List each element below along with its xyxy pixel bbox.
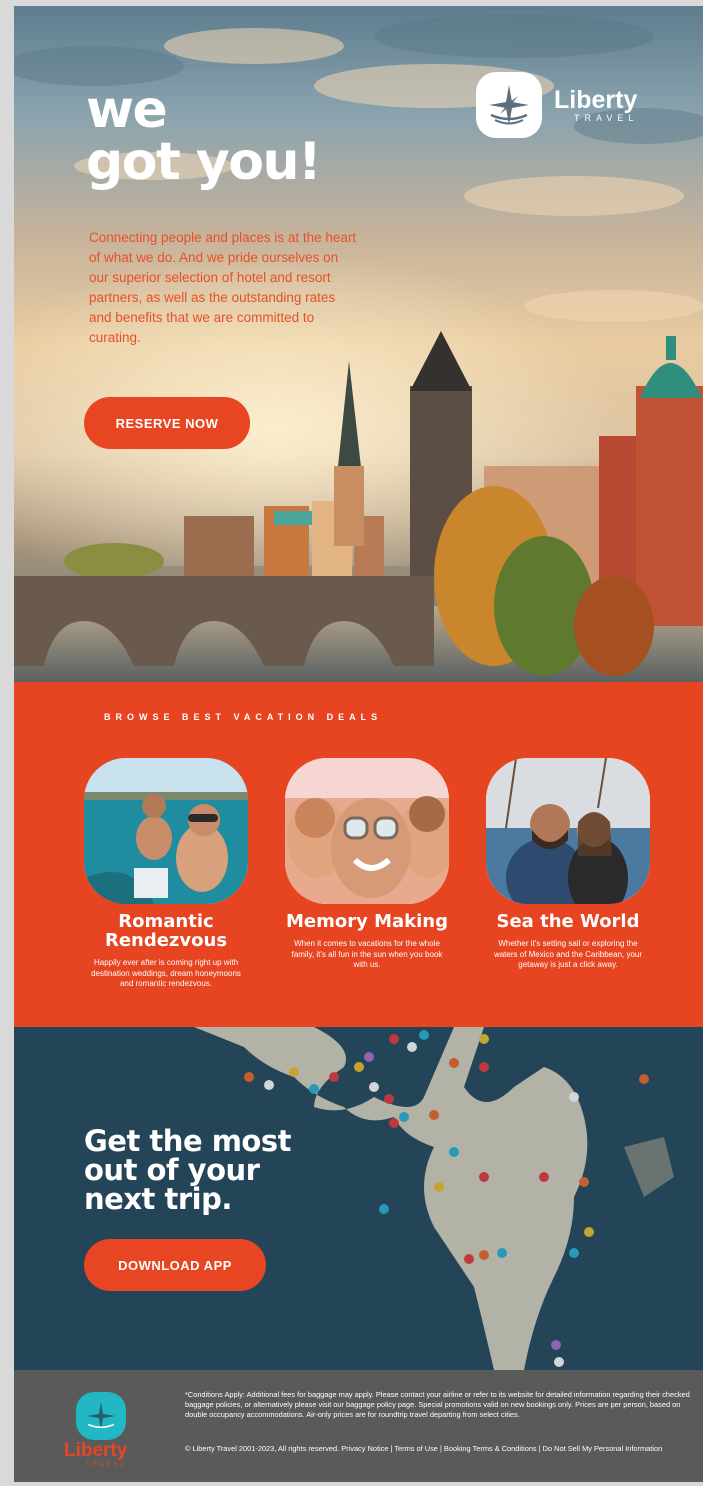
deal-photo-memory[interactable] [285,758,449,904]
hero-body-text: Connecting people and places is at the h… [89,230,357,345]
hero-section: we got you! Connecting people and places… [14,6,703,682]
hero-title-line2: got you! [86,132,322,192]
booking-terms-link[interactable]: Booking Terms & Conditions [444,1444,537,1453]
hero-title-line1: we [86,80,168,140]
hero-title: we got you! [86,80,322,192]
terms-of-use-link[interactable]: Terms of Use [394,1444,438,1453]
app-promo-title: Get the most out of your next trip. [84,1127,291,1214]
copyright-text: © Liberty Travel 2001-2023, All rights r… [185,1444,340,1453]
deal-title-memory[interactable]: Memory Making [285,912,449,931]
do-not-sell-link[interactable]: Do Not Sell My Personal Information [543,1444,663,1453]
deals-heading: BROWSE BEST VACATION DEALS [104,712,383,722]
deal-desc-sea: Whether it's setting sail or exploring t… [493,939,643,969]
footer-brand-sub: TRAVEL [86,1462,127,1468]
compass-star-icon [476,72,542,138]
deal-card-sea[interactable]: Sea the World Whether it's setting sail … [486,758,656,971]
footer-brand-name: Liberty [64,1440,128,1461]
deal-photo-sea[interactable] [486,758,650,904]
reserve-now-button[interactable]: RESERVE NOW [84,397,250,449]
footer-compass-star-icon[interactable] [76,1392,126,1440]
brand-logo[interactable]: Liberty TRAVEL [476,72,638,138]
download-app-button[interactable]: DOWNLOAD APP [84,1239,266,1291]
deals-section: BROWSE BEST VACATION DEALS Romantic Rend… [14,682,703,1027]
deal-title-sea[interactable]: Sea the World [486,912,650,931]
deal-card-romantic[interactable]: Romantic Rendezvous Happily ever after i… [84,758,254,990]
deal-desc-memory: When it comes to vacations for the whole… [291,939,443,969]
brand-sub: TRAVEL [574,113,639,123]
app-promo-title-line1: Get the most [84,1124,291,1158]
app-promo-section: Get the most out of your next trip. DOWN… [14,1027,703,1370]
app-promo-title-line2: out of your [84,1153,260,1187]
app-promo-title-line3: next trip. [84,1182,232,1216]
brand-name: Liberty [554,86,638,114]
footer: Liberty TRAVEL *Conditions Apply: Additi… [14,1370,703,1482]
deal-title-romantic[interactable]: Romantic Rendezvous [84,912,248,950]
privacy-notice-link[interactable]: Privacy Notice [341,1444,388,1453]
email-container: we got you! Connecting people and places… [14,6,703,1482]
footer-disclaimer: *Conditions Apply: Additional fees for b… [185,1390,690,1419]
deal-desc-romantic: Happily ever after is coming right up wi… [91,958,241,988]
footer-legal: © Liberty Travel 2001-2023, All rights r… [185,1444,663,1453]
deal-photo-romantic[interactable] [84,758,248,904]
deal-card-memory[interactable]: Memory Making When it comes to vacations… [285,758,455,971]
